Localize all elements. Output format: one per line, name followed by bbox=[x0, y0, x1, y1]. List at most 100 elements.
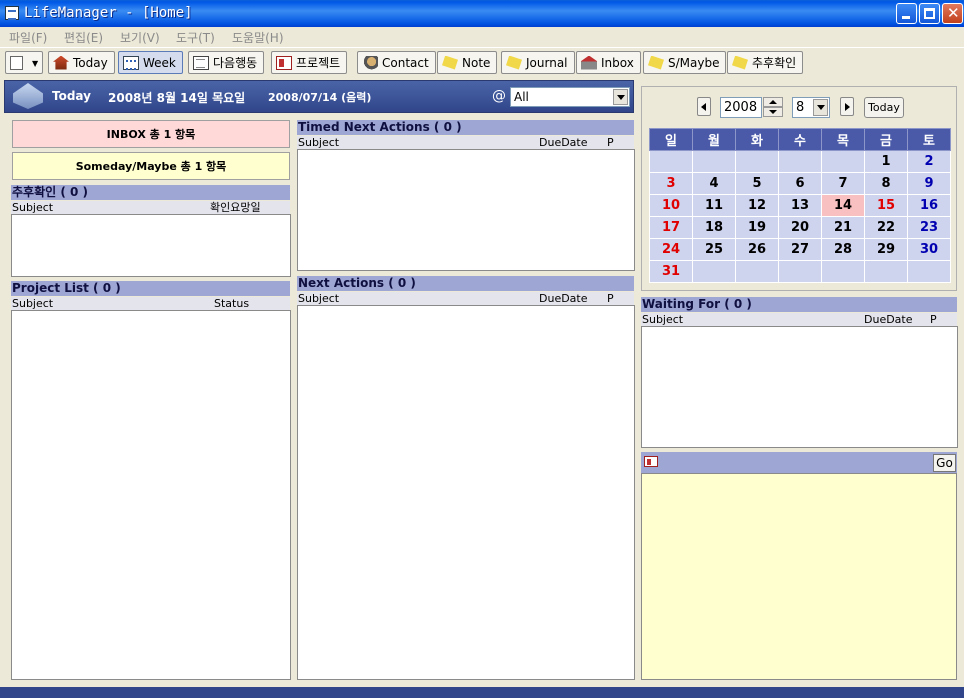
next-month-button[interactable] bbox=[840, 97, 854, 116]
followup-col-subject[interactable]: Subject bbox=[12, 201, 53, 214]
calendar-today-button[interactable]: Today bbox=[864, 97, 904, 118]
inbox-button-label: Inbox bbox=[601, 55, 634, 70]
calendar-day[interactable]: 5 bbox=[735, 172, 779, 195]
menu-file[interactable]: 파일(F) bbox=[9, 29, 47, 46]
note-button-label: Note bbox=[462, 55, 491, 70]
next-col-priority[interactable]: P bbox=[607, 292, 614, 305]
chevron-down-icon[interactable] bbox=[613, 89, 628, 105]
calendar-day[interactable]: 18 bbox=[692, 216, 736, 239]
inbox-summary[interactable]: INBOX 총 1 항목 bbox=[12, 120, 290, 148]
calendar-day[interactable]: 8 bbox=[864, 172, 908, 195]
calendar-day[interactable]: 27 bbox=[778, 238, 822, 261]
memo-area[interactable] bbox=[641, 473, 957, 680]
maximize-button[interactable] bbox=[919, 3, 940, 24]
calendar-day[interactable]: 31 bbox=[649, 260, 693, 283]
next-actions-button[interactable]: 다음행동 bbox=[188, 51, 265, 74]
calendar-day[interactable]: 12 bbox=[735, 194, 779, 217]
project-icon bbox=[644, 456, 658, 467]
project-list-title: Project List ( 0 ) bbox=[11, 281, 290, 296]
note-button[interactable]: Note bbox=[437, 51, 498, 74]
calendar-day[interactable]: 2 bbox=[907, 150, 951, 173]
spin-up-icon[interactable] bbox=[763, 97, 783, 107]
calendar-day[interactable]: 16 bbox=[907, 194, 951, 217]
someday-maybe-button[interactable]: S/Maybe bbox=[643, 51, 727, 74]
calendar-day[interactable]: 15 bbox=[864, 194, 908, 217]
calendar-day[interactable]: 25 bbox=[692, 238, 736, 261]
spin-down-icon[interactable] bbox=[763, 107, 783, 117]
menu-help[interactable]: 도움말(H) bbox=[232, 29, 284, 46]
calendar-day[interactable]: 21 bbox=[821, 216, 865, 239]
calendar-day[interactable]: 23 bbox=[907, 216, 951, 239]
calendar-day[interactable]: 17 bbox=[649, 216, 693, 239]
next-col-duedate[interactable]: DueDate bbox=[539, 292, 588, 305]
year-field[interactable]: 2008 bbox=[720, 97, 762, 118]
calendar-day[interactable]: 13 bbox=[778, 194, 822, 217]
calendar-day[interactable]: 1 bbox=[864, 150, 908, 173]
project-col-status[interactable]: Status bbox=[214, 297, 249, 310]
context-select[interactable]: All bbox=[510, 87, 630, 107]
calendar-empty-cell bbox=[735, 150, 779, 173]
calendar-day[interactable]: 28 bbox=[821, 238, 865, 261]
waiting-for-list[interactable] bbox=[641, 326, 958, 448]
someday-summary[interactable]: Someday/Maybe 총 1 항목 bbox=[12, 152, 290, 180]
calendar-day[interactable]: 10 bbox=[649, 194, 693, 217]
calendar-day[interactable]: 4 bbox=[692, 172, 736, 195]
menu-tools[interactable]: 도구(T) bbox=[176, 29, 215, 46]
calendar-day[interactable]: 9 bbox=[907, 172, 951, 195]
contact-button[interactable]: Contact bbox=[357, 51, 436, 74]
calendar-day[interactable]: 3 bbox=[649, 172, 693, 195]
timed-actions-list[interactable] bbox=[297, 149, 635, 271]
house-icon bbox=[53, 55, 69, 70]
inbox-button[interactable]: Inbox bbox=[576, 51, 641, 74]
calendar-day[interactable]: 20 bbox=[778, 216, 822, 239]
minimize-icon bbox=[902, 16, 910, 19]
chevron-down-icon[interactable] bbox=[813, 99, 828, 116]
menu-edit[interactable]: 편집(E) bbox=[64, 29, 103, 46]
timed-col-subject[interactable]: Subject bbox=[298, 136, 339, 149]
calendar-day[interactable]: 26 bbox=[735, 238, 779, 261]
close-button[interactable]: ✕ bbox=[942, 3, 963, 24]
timed-col-duedate[interactable]: DueDate bbox=[539, 136, 588, 149]
today-header: Today 2008년 8월 14일 목요일 2008/07/14 (음력) @… bbox=[4, 80, 634, 113]
menu-view[interactable]: 보기(V) bbox=[120, 29, 160, 46]
followup-button[interactable]: 추후확인 bbox=[727, 51, 804, 74]
contact-icon bbox=[362, 55, 378, 70]
window-title: LifeManager - [Home] bbox=[24, 5, 193, 21]
someday-maybe-button-label: S/Maybe bbox=[668, 55, 720, 70]
followup-col-date[interactable]: 확인요망일 bbox=[210, 201, 261, 214]
calendar-day[interactable]: 19 bbox=[735, 216, 779, 239]
new-document-button[interactable]: ▼ bbox=[5, 51, 43, 74]
calendar-day[interactable]: 22 bbox=[864, 216, 908, 239]
calendar-empty-cell bbox=[735, 260, 779, 283]
calendar-day[interactable]: 30 bbox=[907, 238, 951, 261]
waiting-col-subject[interactable]: Subject bbox=[642, 313, 683, 326]
next-col-subject[interactable]: Subject bbox=[298, 292, 339, 305]
year-spinner[interactable] bbox=[763, 97, 783, 118]
project-icon bbox=[276, 55, 292, 70]
journal-button[interactable]: Journal bbox=[501, 51, 575, 74]
projects-button[interactable]: 프로젝트 bbox=[271, 51, 348, 74]
calendar-empty-cell bbox=[778, 260, 822, 283]
calendar-day[interactable]: 14 bbox=[821, 194, 865, 217]
timed-col-priority[interactable]: P bbox=[607, 136, 614, 149]
calendar-day[interactable]: 29 bbox=[864, 238, 908, 261]
calendar-day[interactable]: 11 bbox=[692, 194, 736, 217]
waiting-col-priority[interactable]: P bbox=[930, 313, 937, 326]
calendar-day[interactable]: 24 bbox=[649, 238, 693, 261]
minimize-button[interactable] bbox=[896, 3, 917, 24]
project-col-subject[interactable]: Subject bbox=[12, 297, 53, 310]
month-select[interactable]: 8 bbox=[792, 97, 830, 118]
calendar-empty-cell bbox=[821, 150, 865, 173]
waiting-col-duedate[interactable]: DueDate bbox=[864, 313, 913, 326]
memo-bar: Go bbox=[641, 452, 957, 473]
go-button[interactable]: Go bbox=[933, 454, 956, 472]
calendar-day[interactable]: 7 bbox=[821, 172, 865, 195]
prev-month-button[interactable] bbox=[697, 97, 711, 116]
project-list[interactable] bbox=[11, 310, 291, 680]
followup-list[interactable] bbox=[11, 214, 291, 277]
next-actions-list[interactable] bbox=[297, 305, 635, 680]
calendar-day[interactable]: 6 bbox=[778, 172, 822, 195]
next-actions-button-label: 다음행동 bbox=[213, 56, 258, 70]
week-button[interactable]: Week bbox=[118, 51, 183, 74]
today-button[interactable]: Today bbox=[48, 51, 115, 74]
